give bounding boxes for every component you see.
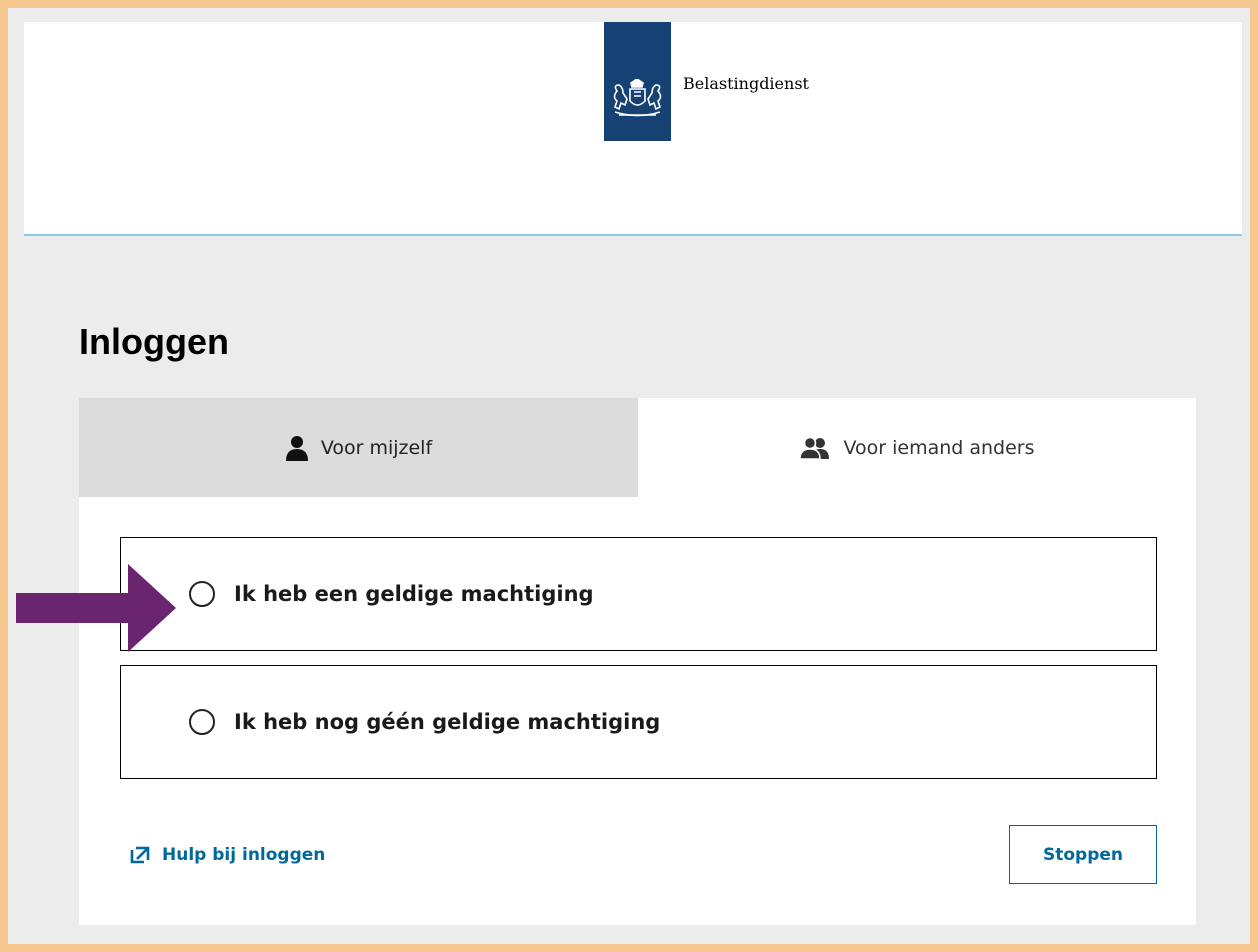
coat-of-arms-icon bbox=[613, 79, 662, 117]
option-geldige-machtiging[interactable]: Ik heb een geldige machtiging bbox=[120, 537, 1157, 651]
brand-name: Belastingdienst bbox=[683, 74, 809, 93]
stop-button[interactable]: Stoppen bbox=[1009, 825, 1157, 884]
page-title: Inloggen bbox=[79, 321, 229, 362]
tab-label: Voor iemand anders bbox=[843, 436, 1035, 459]
person-icon bbox=[285, 435, 309, 461]
tab-label: Voor mijzelf bbox=[320, 436, 433, 459]
site-header: Belastingdienst bbox=[24, 22, 1242, 236]
help-link-label: Hulp bij inloggen bbox=[162, 845, 326, 865]
login-card: Voor mijzelf Voor iemand anders Ik heb e… bbox=[79, 398, 1196, 925]
radio-button[interactable] bbox=[189, 581, 215, 607]
option-label: Ik heb nog géén geldige machtiging bbox=[234, 710, 661, 734]
persons-icon bbox=[799, 436, 831, 459]
external-link-icon bbox=[130, 846, 150, 864]
help-link[interactable]: Hulp bij inloggen bbox=[130, 845, 325, 865]
tab-voor-mijzelf[interactable]: Voor mijzelf bbox=[79, 398, 638, 497]
belastingdienst-logo[interactable] bbox=[604, 22, 671, 141]
option-geen-geldige-machtiging[interactable]: Ik heb nog géén geldige machtiging bbox=[120, 665, 1157, 779]
option-label: Ik heb een geldige machtiging bbox=[234, 582, 594, 606]
radio-button[interactable] bbox=[189, 709, 215, 735]
tab-voor-iemand-anders[interactable]: Voor iemand anders bbox=[638, 398, 1196, 497]
arrow-annotation bbox=[16, 564, 176, 652]
page-frame: Belastingdienst Inloggen Voor mijzelf Vo… bbox=[8, 8, 1250, 944]
